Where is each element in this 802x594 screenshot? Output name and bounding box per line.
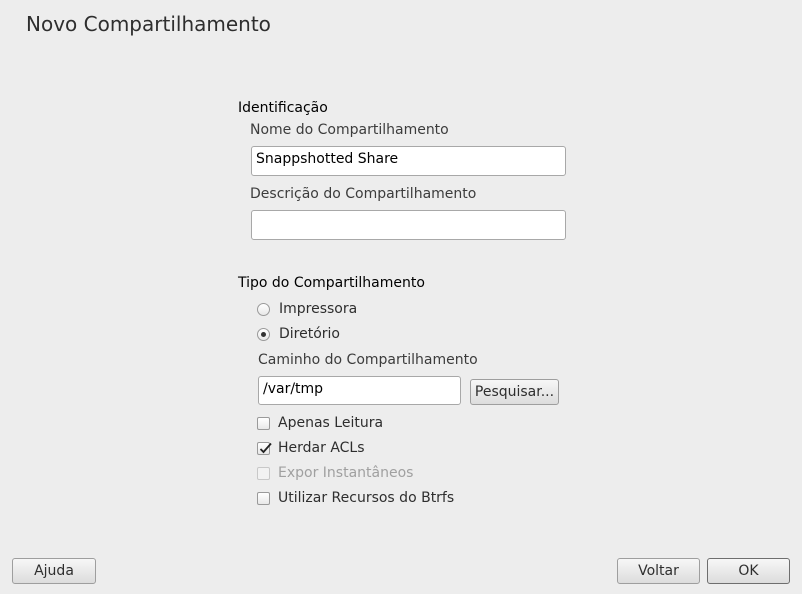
radio-printer-label[interactable]: Impressora bbox=[279, 301, 357, 317]
radio-directory-label[interactable]: Diretório bbox=[279, 326, 340, 342]
checkbox-expose-snapshots bbox=[257, 467, 270, 480]
share-path-label: Caminho do Compartilhamento bbox=[258, 352, 478, 368]
ok-button[interactable]: OK bbox=[707, 558, 790, 584]
checkbox-inherit-acls[interactable] bbox=[257, 442, 272, 455]
checkbox-inherit-acls-label[interactable]: Herdar ACLs bbox=[278, 440, 365, 456]
share-path-input[interactable]: /var/tmp bbox=[258, 376, 461, 405]
share-name-input[interactable]: Snappshotted Share bbox=[251, 146, 566, 176]
share-description-label: Descrição do Compartilhamento bbox=[250, 186, 477, 202]
checkbox-expose-snapshots-label: Expor Instantâneos bbox=[278, 465, 414, 481]
checkmark-icon bbox=[259, 442, 272, 454]
help-button[interactable]: Ajuda bbox=[12, 558, 96, 584]
share-description-input[interactable] bbox=[251, 210, 566, 240]
radio-printer[interactable] bbox=[257, 303, 270, 316]
back-button[interactable]: Voltar bbox=[617, 558, 700, 584]
share-type-section-label: Tipo do Compartilhamento bbox=[238, 275, 425, 291]
checkbox-use-btrfs[interactable] bbox=[257, 492, 270, 505]
browse-button[interactable]: Pesquisar... bbox=[470, 379, 559, 405]
share-name-label: Nome do Compartilhamento bbox=[250, 122, 449, 138]
checkbox-read-only-label[interactable]: Apenas Leitura bbox=[278, 415, 383, 431]
radio-selected-dot bbox=[261, 332, 266, 337]
radio-directory[interactable] bbox=[257, 328, 270, 341]
checkbox-use-btrfs-label[interactable]: Utilizar Recursos do Btrfs bbox=[278, 490, 454, 506]
checkbox-read-only[interactable] bbox=[257, 417, 270, 430]
identification-section-label: Identificação bbox=[238, 100, 328, 116]
window-title: Novo Compartilhamento bbox=[26, 12, 271, 36]
